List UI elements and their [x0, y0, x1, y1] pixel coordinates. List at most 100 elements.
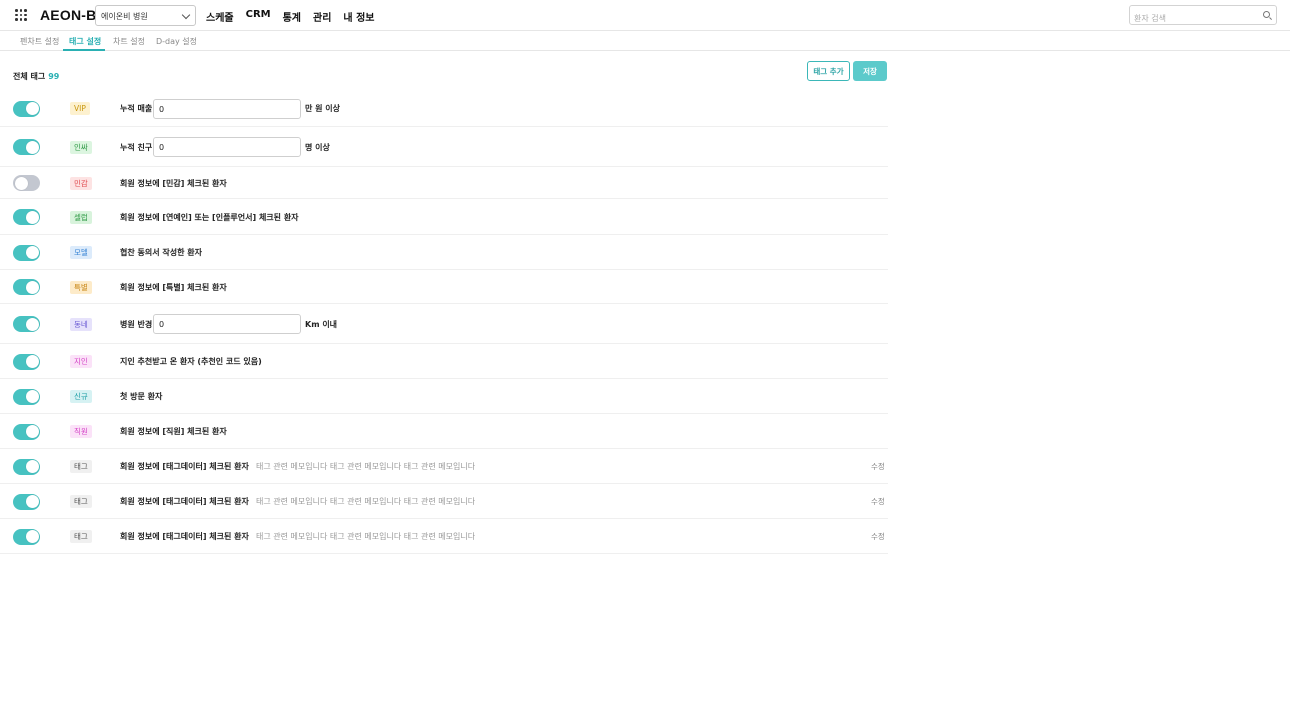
toggle-knob	[25, 355, 39, 368]
tag-condition-label: 지인 추천받고 온 환자 (추천인 코드 있음)	[120, 357, 262, 366]
tag-value-input[interactable]: 0	[153, 98, 301, 119]
tag-condition-label: 회원 정보에 [태그데이터] 체크된 환자	[120, 532, 249, 541]
tag-toggle[interactable]	[13, 209, 40, 225]
tag-toggle[interactable]	[13, 244, 40, 261]
tag-row: 태그 회원 정보에 [태그데이터] 체크된 환자 태그 관련 메모입니다 태그 관련…	[0, 484, 888, 519]
tab-pen-chart-settings[interactable]: 펜차트 설정	[20, 31, 59, 51]
nav-statistics[interactable]: 통계	[283, 9, 301, 24]
edit-tag-button[interactable]: 수정	[871, 461, 885, 472]
search-icon[interactable]	[1263, 11, 1270, 18]
main-nav: 스케줄 CRM 통계 관리 내 정보	[206, 9, 387, 24]
tag-memo: 태그 관련 메모입니다 태그 관련 메모입니다 태그 관련 메모입니다	[256, 497, 476, 506]
tag-toggle[interactable]	[13, 139, 40, 155]
add-tag-button[interactable]: 태그 추가	[807, 61, 850, 81]
top-bar: AEON-B 에이온비 병원 스케줄 CRM 통계 관리 내 정보	[0, 0, 1290, 31]
settings-tabs: 펜차트 설정 태그 설정 차트 설정 D-day 설정	[0, 31, 1290, 51]
apps-grid-icon[interactable]	[15, 9, 27, 21]
tag-badge: 태그	[70, 530, 92, 543]
tag-badge: 동네	[70, 317, 92, 331]
toggle-knob	[25, 425, 39, 438]
tag-badge: 민감	[70, 176, 92, 190]
tag-value-input[interactable]: 0	[153, 137, 301, 157]
tag-row: 민감 회원 정보에 [민감] 체크된 환자	[0, 167, 888, 199]
nav-management[interactable]: 관리	[313, 9, 331, 24]
tag-row: 특별 회원 정보에 [특별] 체크된 환자	[0, 270, 888, 304]
tag-badge: VIP	[70, 102, 90, 115]
total-tags-label: 전체 태그	[13, 72, 46, 81]
tag-condition-label: 첫 방문 환자	[120, 392, 163, 401]
search-input[interactable]	[1134, 10, 1259, 27]
tag-unit-label: 명 이상	[305, 142, 330, 152]
tag-condition-label: 협찬 동의서 작성한 환자	[120, 248, 202, 257]
edit-tag-button[interactable]: 수정	[871, 496, 885, 507]
nav-my-info[interactable]: 내 정보	[343, 9, 374, 24]
tag-badge: 특별	[70, 280, 92, 294]
tag-unit-label: 만 원 이상	[305, 104, 341, 113]
tag-toggle[interactable]	[13, 279, 40, 295]
tag-memo: 태그 관련 메모입니다 태그 관련 메모입니다 태그 관련 메모입니다	[256, 532, 476, 541]
toggle-knob	[25, 530, 39, 543]
edit-tag-button[interactable]: 수정	[871, 531, 885, 542]
tab-tag-settings[interactable]: 태그 설정	[63, 31, 105, 51]
tag-row: 태그 회원 정보에 [태그데이터] 체크된 환자 태그 관련 메모입니다 태그 관련…	[0, 449, 888, 484]
tag-toggle[interactable]	[13, 175, 40, 191]
patient-search	[1129, 5, 1277, 27]
toggle-knob	[25, 140, 39, 154]
toggle-knob	[25, 317, 39, 331]
tag-condition-label: 회원 정보에 [민감] 체크된 환자	[120, 178, 227, 188]
nav-schedule[interactable]: 스케줄	[206, 9, 234, 24]
tag-condition-label: 누적 친구	[120, 142, 153, 152]
tag-badge: 태그	[70, 460, 92, 473]
tag-row: 신규 첫 방문 환자	[0, 379, 888, 414]
tag-condition-label: 회원 정보에 [특별] 체크된 환자	[120, 282, 227, 292]
save-button[interactable]: 저장	[853, 61, 887, 81]
tag-value-input[interactable]: 0	[153, 314, 301, 334]
hospital-select[interactable]: 에이온비 병원	[95, 5, 196, 26]
tab-chart-settings[interactable]: 차트 설정	[113, 31, 145, 51]
tag-toggle[interactable]	[13, 353, 40, 370]
tag-badge: 신규	[70, 390, 92, 403]
toggle-knob	[14, 176, 28, 190]
tag-row: 직원 회원 정보에 [직원] 체크된 환자	[0, 414, 888, 449]
toggle-knob	[25, 246, 39, 259]
hospital-select-value: 에이온비 병원	[101, 12, 148, 21]
tag-badge: 지인	[70, 355, 92, 368]
toggle-knob	[25, 280, 39, 294]
tag-badge: 셀럽	[70, 210, 92, 224]
tag-row: 동네 병원 반경 0 Km 이내	[0, 304, 888, 344]
chevron-down-icon	[181, 10, 191, 20]
tag-toggle[interactable]	[13, 100, 40, 117]
toggle-knob	[25, 390, 39, 403]
tab-dday-settings[interactable]: D-day 설정	[156, 31, 197, 51]
tag-row: VIP 누적 매출 0 만 원 이상	[0, 90, 888, 127]
tag-toggle[interactable]	[13, 458, 40, 475]
tag-condition-label: 회원 정보에 [태그데이터] 체크된 환자	[120, 497, 249, 506]
tag-condition-label: 병원 반경	[120, 319, 153, 329]
tag-toggle[interactable]	[13, 493, 40, 510]
tag-condition-label: 회원 정보에 [연예인] 또는 [인플루언서] 체크된 환자	[120, 212, 299, 222]
total-tags-count: 99	[48, 72, 60, 81]
tag-condition-label: 누적 매출	[120, 104, 153, 113]
tag-badge: 태그	[70, 495, 92, 508]
tag-badge: 모델	[70, 246, 92, 259]
tag-badge: 인싸	[70, 140, 92, 154]
tag-row: 지인 지인 추천받고 온 환자 (추천인 코드 있음)	[0, 344, 888, 379]
tag-condition-label: 회원 정보에 [태그데이터] 체크된 환자	[120, 462, 249, 471]
tag-toggle[interactable]	[13, 528, 40, 545]
toggle-knob	[25, 495, 39, 508]
toggle-knob	[25, 460, 39, 473]
tag-toggle[interactable]	[13, 316, 40, 332]
tag-toggle[interactable]	[13, 388, 40, 405]
tag-row: 모델 협찬 동의서 작성한 환자	[0, 235, 888, 270]
app-logo[interactable]: AEON-B	[40, 7, 96, 23]
tag-toggle[interactable]	[13, 423, 40, 440]
tag-condition-label: 회원 정보에 [직원] 체크된 환자	[120, 427, 227, 436]
tag-row: 태그 회원 정보에 [태그데이터] 체크된 환자 태그 관련 메모입니다 태그 관련…	[0, 519, 888, 554]
toggle-knob	[25, 210, 39, 224]
tag-memo: 태그 관련 메모입니다 태그 관련 메모입니다 태그 관련 메모입니다	[256, 462, 476, 471]
total-tags: 전체 태그 99	[13, 71, 59, 82]
tag-unit-label: Km 이내	[305, 319, 338, 329]
tag-badge: 직원	[70, 425, 92, 438]
tag-row: 인싸 누적 친구 0 명 이상	[0, 127, 888, 167]
nav-crm[interactable]: CRM	[246, 9, 271, 24]
